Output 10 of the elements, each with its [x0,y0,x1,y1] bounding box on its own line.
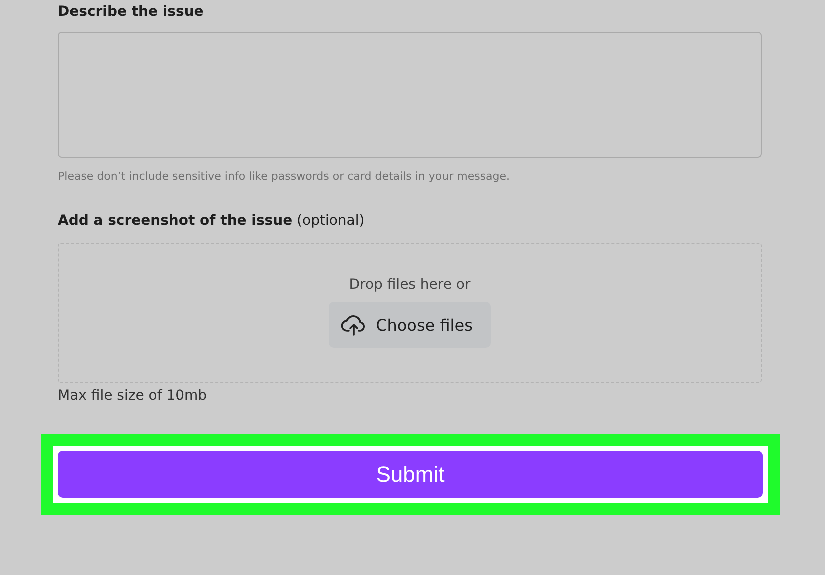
field-label: Add a screenshot of the issue (optional) [58,212,366,231]
cloud-upload-icon [341,313,368,337]
submit-button[interactable]: Submit [58,451,763,498]
drop-text: Drop files here or [349,277,471,293]
drop-zone[interactable]: Drop files here or Choose files [58,243,762,383]
choose-files-button[interactable]: Choose files [329,302,491,348]
file-size-note: Max file size of 10mb [58,388,208,404]
issue-text-field[interactable] [58,32,762,158]
field-label: Describe the issue [58,3,205,22]
hint-text: Please don’t include sensitive info like passwords or card details in your message. [58,170,512,183]
